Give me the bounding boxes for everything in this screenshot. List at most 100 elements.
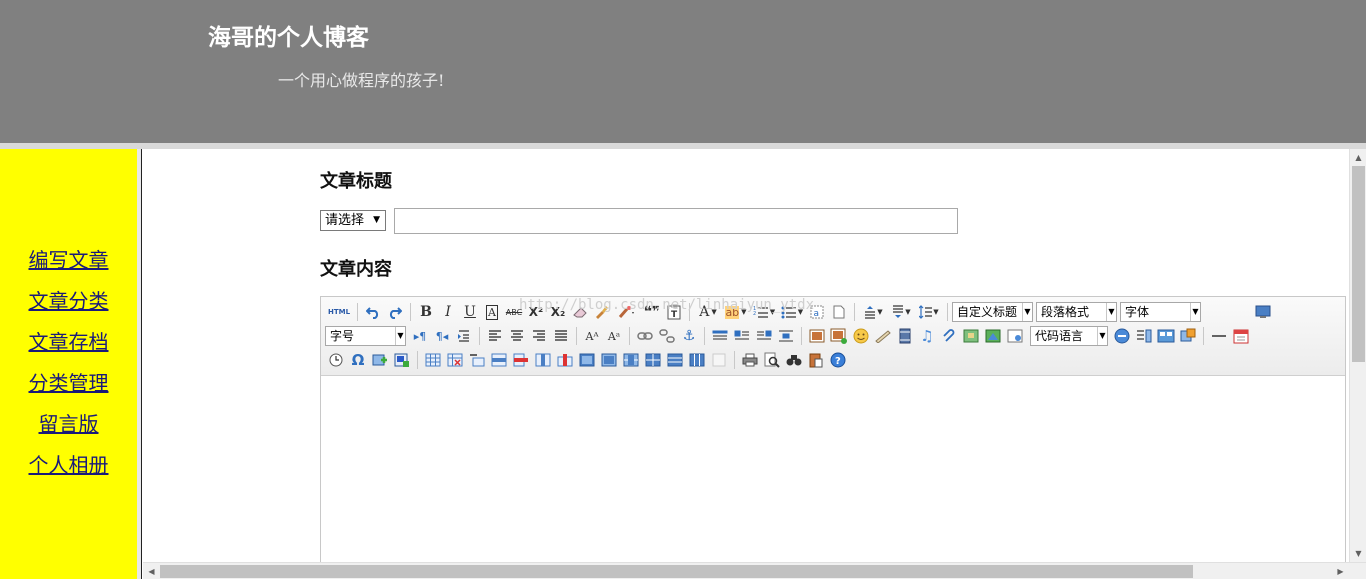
font-family-select[interactable]: 字体 ▼ <box>1120 302 1201 322</box>
watermark-text: http://blog.csdn.net/linhaiyun_ytdx <box>519 297 815 313</box>
sidebar-nav: 编写文章 文章分类 文章存档 分类管理 留言版 个人相册 <box>0 248 137 494</box>
emotion-icon[interactable] <box>850 326 872 346</box>
code-language-select[interactable]: 代码语言 ▼ <box>1030 326 1108 346</box>
main-content: 文章标题 请选择 ▼ 文章内容 http://blog.csdn.net/lin… <box>143 149 1349 562</box>
sidebar-item-article-categories[interactable]: 文章分类 <box>0 289 137 330</box>
html-source-icon[interactable]: HTML <box>325 302 353 322</box>
paste-word-icon[interactable] <box>805 350 827 370</box>
fullscreen-icon[interactable] <box>1252 302 1274 322</box>
toolbar-row-3: Ω ? <box>325 349 849 371</box>
underline-icon[interactable]: U <box>459 302 481 322</box>
direction-ltr-icon[interactable]: ▸¶ <box>409 326 431 346</box>
delete-row-icon[interactable] <box>510 350 532 370</box>
site-subtitle: 一个用心做程序的孩子! <box>278 71 445 90</box>
split-to-rows-icon[interactable] <box>664 350 686 370</box>
merge-cells-icon[interactable] <box>576 350 598 370</box>
image-left-icon[interactable] <box>731 326 753 346</box>
page-break-icon[interactable] <box>1111 326 1133 346</box>
template-icon[interactable] <box>1133 326 1155 346</box>
print-icon[interactable] <box>739 350 761 370</box>
category-select[interactable]: 请选择 ▼ <box>320 210 386 231</box>
paragraph-format-select[interactable]: 段落格式 ▼ <box>1036 302 1117 322</box>
multi-image-icon[interactable] <box>828 326 850 346</box>
italic-icon[interactable]: I <box>437 302 459 322</box>
editor-content-area[interactable] <box>321 376 1345 562</box>
preview-icon[interactable] <box>761 350 783 370</box>
insert-col-icon[interactable] <box>532 350 554 370</box>
row-spacing-top-icon[interactable]: ▼ <box>859 302 887 322</box>
insert-frame-icon[interactable] <box>1004 326 1026 346</box>
anchor-icon[interactable]: ⚓ <box>678 326 700 346</box>
indent-icon[interactable] <box>453 326 475 346</box>
font-size-select[interactable]: 字号 ▼ <box>325 326 406 346</box>
image-right-icon[interactable] <box>753 326 775 346</box>
uppercase-icon[interactable]: Aᴬ <box>581 326 603 346</box>
sidebar: 编写文章 文章分类 文章存档 分类管理 留言版 个人相册 <box>0 149 137 579</box>
special-char-icon[interactable]: Ω <box>347 350 369 370</box>
background-icon[interactable] <box>1155 326 1177 346</box>
insert-row-icon[interactable] <box>488 350 510 370</box>
music-icon[interactable]: ♫ <box>916 326 938 346</box>
image-center-icon[interactable] <box>775 326 797 346</box>
align-justify-icon[interactable] <box>550 326 572 346</box>
horizontal-scrollbar[interactable]: ◀ ▶ <box>143 562 1366 579</box>
row-spacing-bottom-icon[interactable]: ▼ <box>887 302 915 322</box>
word-image-icon[interactable] <box>391 350 413 370</box>
scroll-right-icon[interactable]: ▶ <box>1332 563 1349 580</box>
clear-doc-icon[interactable] <box>828 302 850 322</box>
vertical-scrollbar[interactable]: ▲ ▼ <box>1349 149 1366 562</box>
align-right-icon[interactable] <box>528 326 550 346</box>
insert-paragraph-before-table-icon[interactable] <box>466 350 488 370</box>
align-left-icon[interactable] <box>484 326 506 346</box>
merge-down-icon[interactable] <box>620 350 642 370</box>
time-icon[interactable] <box>325 350 347 370</box>
site-header: 海哥的个人博客 一个用心做程序的孩子! <box>0 0 1366 143</box>
attachment-icon[interactable] <box>938 326 960 346</box>
snapscreen-icon[interactable] <box>369 350 391 370</box>
split-to-cols-icon[interactable] <box>686 350 708 370</box>
unlink-icon[interactable] <box>656 326 678 346</box>
image-none-icon[interactable] <box>709 326 731 346</box>
horizontal-rule-icon[interactable] <box>1208 326 1230 346</box>
delete-col-icon[interactable] <box>554 350 576 370</box>
insert-image-icon[interactable] <box>806 326 828 346</box>
scrawl-icon[interactable] <box>872 326 894 346</box>
link-icon[interactable] <box>634 326 656 346</box>
chevron-down-icon: ▼ <box>1097 327 1107 345</box>
sidebar-item-guestbook[interactable]: 留言版 <box>0 412 137 453</box>
help-icon[interactable]: ? <box>827 350 849 370</box>
date-icon[interactable] <box>1230 326 1252 346</box>
split-to-cells-icon[interactable] <box>642 350 664 370</box>
align-center-icon[interactable] <box>506 326 528 346</box>
table-icon[interactable] <box>422 350 444 370</box>
sidebar-item-category-management[interactable]: 分类管理 <box>0 371 137 412</box>
wordimage-icon[interactable] <box>1177 326 1199 346</box>
insert-video-icon[interactable] <box>894 326 916 346</box>
undo-icon[interactable] <box>362 302 384 322</box>
article-title-input[interactable] <box>394 208 958 234</box>
merge-right-icon[interactable] <box>598 350 620 370</box>
delete-table-icon[interactable] <box>444 350 466 370</box>
gmap-icon[interactable] <box>982 326 1004 346</box>
map-icon[interactable] <box>960 326 982 346</box>
bold-icon[interactable]: B <box>415 302 437 322</box>
sidebar-border <box>137 149 142 579</box>
direction-rtl-icon[interactable]: ¶◂ <box>431 326 453 346</box>
sidebar-item-article-archive[interactable]: 文章存档 <box>0 330 137 371</box>
horizontal-scroll-thumb[interactable] <box>160 565 1193 578</box>
search-replace-icon[interactable] <box>783 350 805 370</box>
sidebar-item-photo-album[interactable]: 个人相册 <box>0 453 137 494</box>
font-border-icon[interactable]: A <box>481 302 503 322</box>
scroll-down-icon[interactable]: ▼ <box>1350 545 1366 562</box>
redo-icon[interactable] <box>384 302 406 322</box>
scroll-thumb[interactable] <box>1352 166 1365 362</box>
line-height-icon[interactable]: ▼ <box>915 302 943 322</box>
chart-icon[interactable] <box>708 350 730 370</box>
lowercase-icon[interactable]: Aᵃ <box>603 326 625 346</box>
custom-heading-select[interactable]: 自定义标题 ▼ <box>952 302 1033 322</box>
scroll-up-icon[interactable]: ▲ <box>1350 149 1366 166</box>
scroll-left-icon[interactable]: ◀ <box>143 563 160 580</box>
sidebar-item-write-article[interactable]: 编写文章 <box>0 248 137 289</box>
chevron-down-icon: ▼ <box>1106 303 1116 321</box>
category-select-value: 请选择 <box>325 213 365 228</box>
